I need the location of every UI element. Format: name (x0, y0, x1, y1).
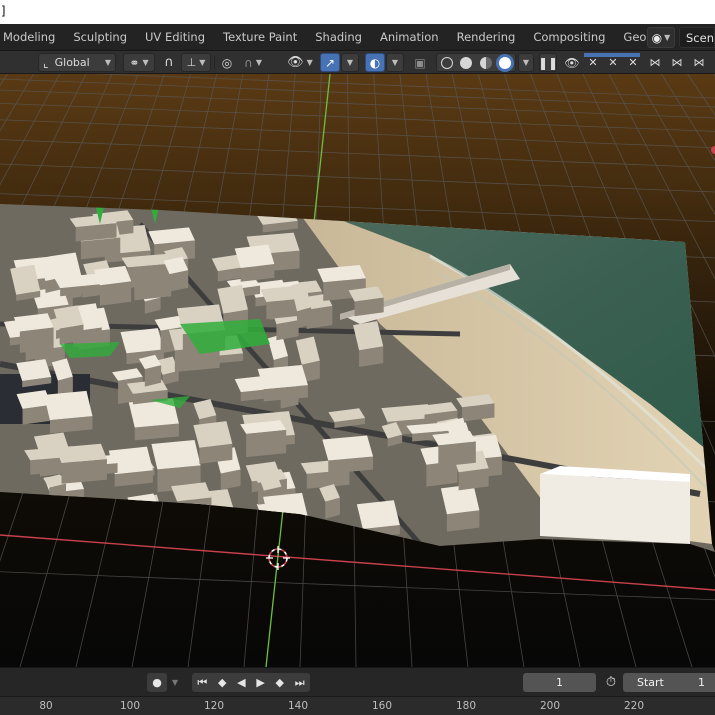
chevron-down-icon: ▼ (306, 58, 313, 67)
snap-increment-icon: ⊥ (186, 56, 197, 69)
scene-browse-button[interactable]: ◉ ▼ (647, 27, 675, 48)
scene-name-field[interactable]: Scene (679, 27, 715, 48)
xray-icon: ▣ (414, 55, 426, 70)
shading-mode-group (436, 53, 516, 72)
overlay-toggle[interactable]: ◐ (365, 53, 385, 72)
chevron-down-icon: ▼ (255, 58, 262, 67)
window-title: ] (0, 4, 8, 18)
axis-cross-icon: ✕ (588, 56, 598, 69)
tab-texture-paint[interactable]: Texture Paint (214, 24, 306, 50)
ruler-tick: 160 (371, 700, 393, 712)
pause-icon: ❚❚ (537, 55, 559, 70)
snap-toggle[interactable]: ∩ (158, 53, 180, 72)
transform-orientation-icon: ⌞ (43, 55, 49, 70)
axis-cross-icon: ✕ (628, 56, 638, 69)
eye-toggle[interactable]: 👁 (563, 53, 581, 72)
mirror-icon: ⋈ (671, 56, 683, 69)
tab-modeling[interactable]: Modeling (0, 24, 64, 50)
transform-orientation-value: Global (54, 56, 90, 69)
workspace-tabs: Modeling Sculpting UV Editing Texture Pa… (0, 24, 715, 50)
mirror-icon: ⋈ (649, 56, 661, 69)
record-dot-icon: ● (152, 676, 162, 689)
tab-shading[interactable]: Shading (306, 24, 371, 50)
ruler-tick: 80 (39, 700, 53, 712)
start-frame-field[interactable]: Start 1 (623, 673, 715, 692)
window-title-strip: ] (0, 0, 715, 24)
xray-toggle[interactable]: ▣ (410, 53, 430, 72)
3d-viewport[interactable] (0, 74, 715, 667)
chevron-down-icon: ▼ (346, 58, 354, 67)
rendered-shading-icon[interactable] (499, 56, 512, 69)
chevron-down-icon: ▼ (199, 58, 206, 67)
wireframe-shading-icon[interactable] (440, 56, 453, 69)
proportional-edit-icon: ◎ (221, 55, 233, 70)
axis-cross-icon: ✕ (608, 56, 618, 69)
mirror-icon: ⋈ (693, 56, 705, 69)
ruler-tick: 200 (539, 700, 561, 712)
toolbar-divider (214, 56, 215, 69)
pause-render-button[interactable]: ❚❚ (537, 53, 559, 72)
overlay-icon: ◐ (369, 55, 381, 70)
axis-lock-highlight (584, 53, 640, 57)
play-reverse-icon[interactable]: ◀ (237, 676, 245, 689)
pivot-point-dropdown[interactable]: ⚭ ▼ (123, 53, 155, 72)
chevron-down-icon: ▼ (522, 58, 530, 67)
solid-shading-icon[interactable] (460, 56, 473, 69)
overlay-dropdown[interactable]: ▼ (386, 53, 404, 72)
start-frame-value: 1 (698, 676, 705, 689)
tab-animation[interactable]: Animation (371, 24, 448, 50)
gizmo-dropdown[interactable]: ▼ (341, 53, 359, 72)
ruler-tick: 220 (623, 700, 645, 712)
start-frame-label: Start (637, 676, 664, 689)
tab-uv-editing[interactable]: UV Editing (136, 24, 214, 50)
prev-keyframe-icon[interactable]: ◆ (218, 676, 226, 689)
proportional-edit-toggle[interactable]: ◎ (217, 53, 237, 72)
ruler-tick: 180 (455, 700, 477, 712)
chevron-down-icon: ▼ (171, 678, 179, 687)
snap-magnet-icon: ∩ (164, 55, 174, 70)
tab-sculpting[interactable]: Sculpting (64, 24, 136, 50)
eye-icon: 👁 (564, 55, 580, 70)
playback-controls: ⏮ ◆ ◀ ▶ ◆ ⏭ (192, 673, 310, 692)
tab-compositing[interactable]: Compositing (524, 24, 614, 50)
scene-selector: ◉ ▼ Scene (647, 25, 715, 50)
timeline-header: ● ▼ ⏮ ◆ ◀ ▶ ◆ ⏭ 1 ⏱ Start 1 (0, 667, 715, 696)
ruler-tick: 120 (203, 700, 225, 712)
record-options-dropdown[interactable]: ▼ (168, 673, 182, 692)
mirror-z-toggle[interactable]: ⋈ (690, 53, 708, 72)
visibility-dropdown[interactable]: 👁 ▼ (284, 53, 316, 72)
snap-target-dropdown[interactable]: ⊥ ▼ (181, 53, 211, 72)
jump-to-end-icon[interactable]: ⏭ (295, 676, 305, 690)
mirror-y-toggle[interactable]: ⋈ (668, 53, 686, 72)
play-icon[interactable]: ▶ (256, 676, 264, 689)
gizmo-icon: ↗ (324, 55, 336, 70)
frame-ruler[interactable]: 80 100 120 140 160 180 200 220 (0, 696, 715, 715)
stopwatch-icon: ⏱ (605, 675, 617, 690)
chevron-down-icon: ▼ (391, 58, 399, 67)
ruler-tick: 100 (119, 700, 141, 712)
ruler-tick: 140 (287, 700, 309, 712)
pivot-point-icon: ⚭ (129, 55, 140, 70)
next-keyframe-icon[interactable]: ◆ (276, 676, 284, 689)
transform-orientation-dropdown[interactable]: ⌞ Global ▼ (38, 53, 116, 72)
falloff-curve-icon: ∩ (244, 55, 253, 70)
material-preview-shading-icon[interactable] (479, 56, 492, 69)
viewport-render (0, 74, 715, 667)
chevron-down-icon: ▼ (664, 33, 671, 42)
chevron-down-icon: ▼ (142, 58, 149, 67)
falloff-dropdown[interactable]: ∩ ▼ (238, 53, 268, 72)
gizmo-toggle[interactable]: ↗ (320, 53, 340, 72)
jump-to-start-icon[interactable]: ⏮ (197, 676, 207, 690)
object-visibility-icon: 👁 (287, 55, 304, 70)
tab-rendering[interactable]: Rendering (448, 24, 525, 50)
preview-range-toggle[interactable]: ⏱ (601, 673, 621, 692)
shading-options-dropdown[interactable]: ▼ (518, 53, 534, 72)
chevron-down-icon: ▼ (104, 58, 111, 67)
keyframe-record-button[interactable]: ● (147, 673, 167, 692)
mirror-x-toggle[interactable]: ⋈ (646, 53, 664, 72)
current-frame-field[interactable]: 1 (523, 673, 596, 692)
scene-icon: ◉ (651, 30, 663, 45)
workspace-bar: Modeling Sculpting UV Editing Texture Pa… (0, 24, 715, 51)
